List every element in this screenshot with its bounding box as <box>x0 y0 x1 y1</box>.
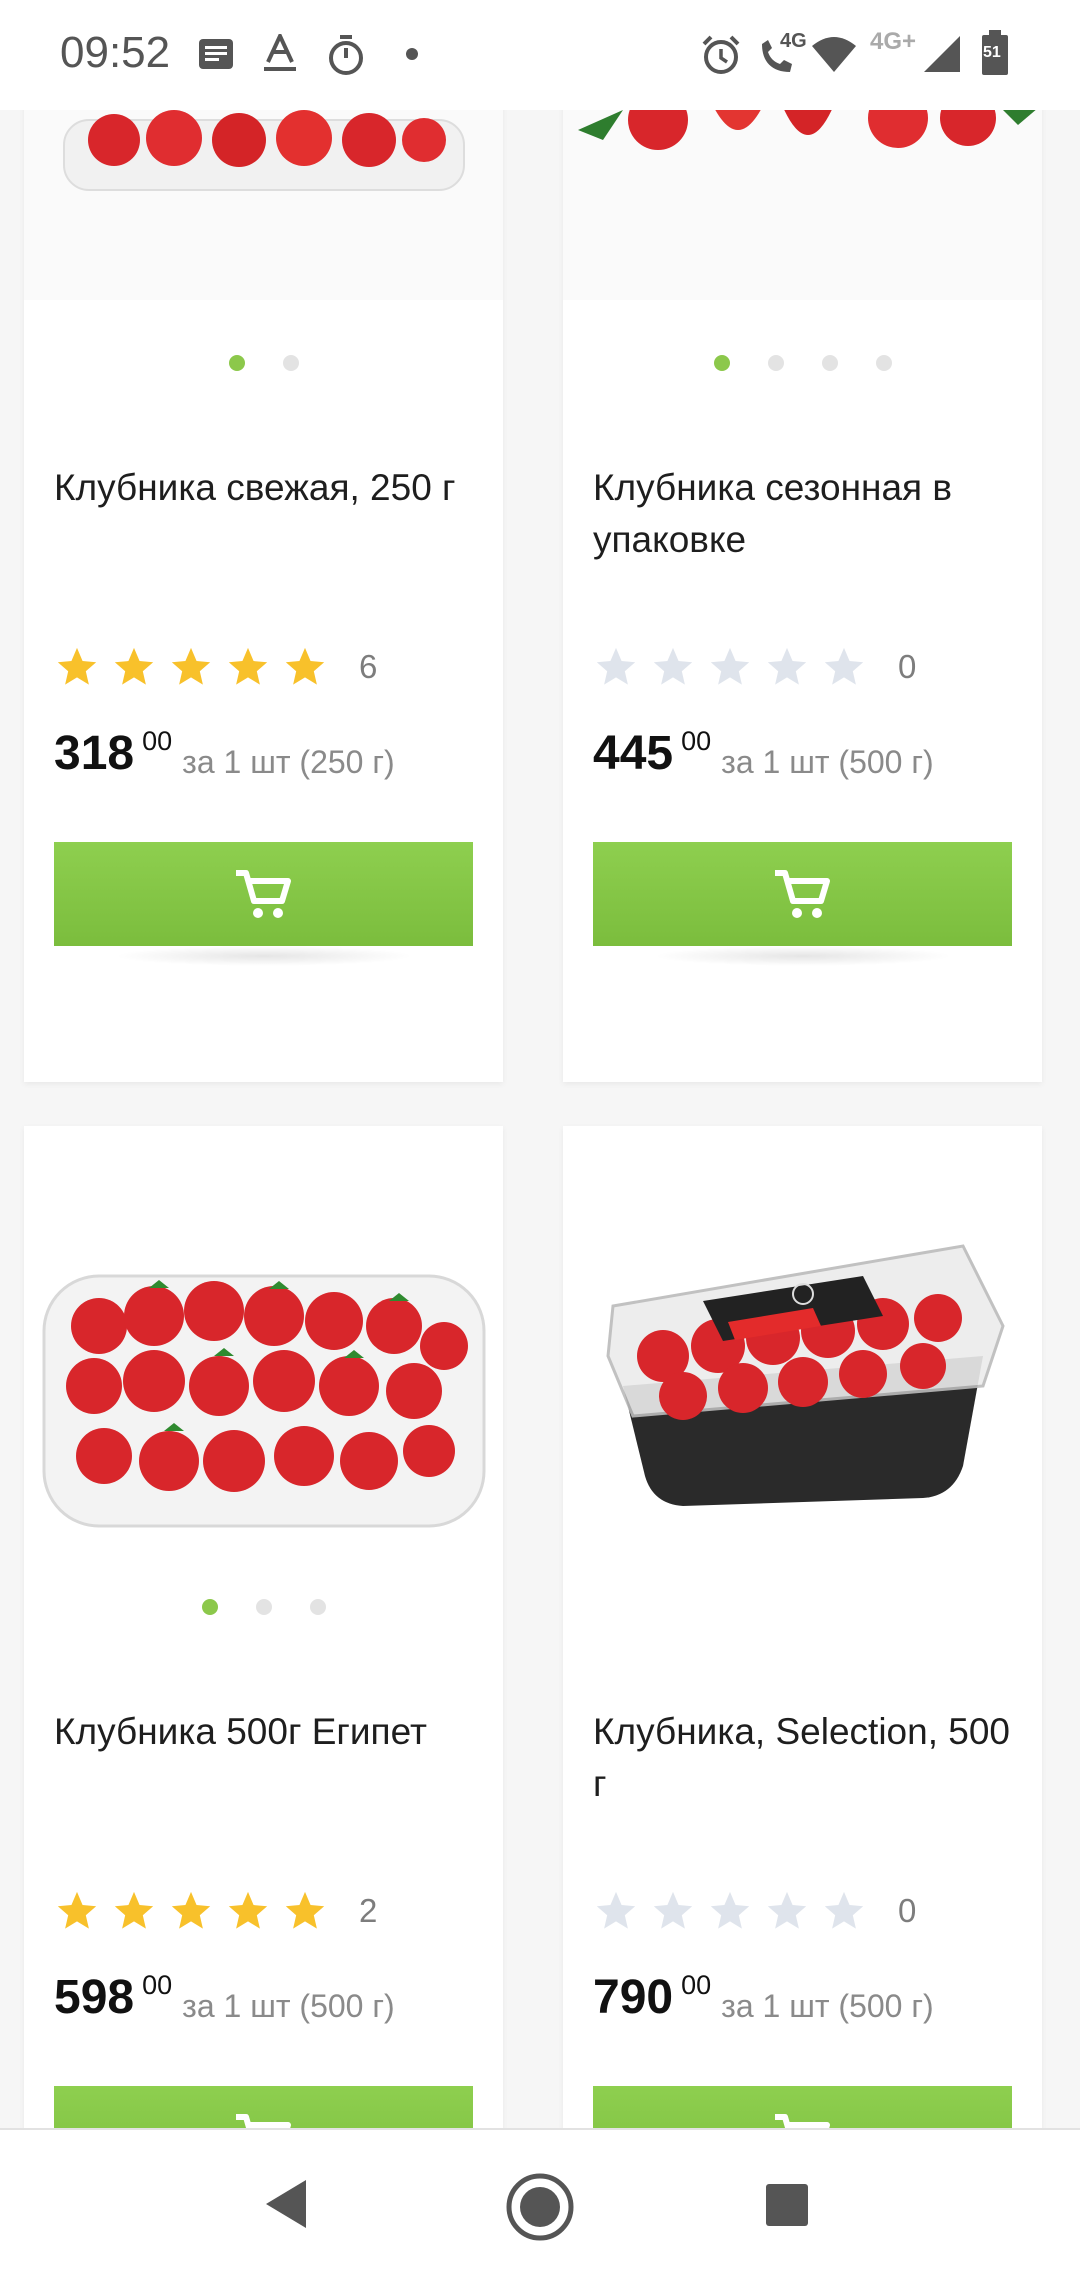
signal-icon <box>924 36 960 72</box>
system-nav-bar <box>0 2128 1080 2272</box>
cart-icon <box>235 870 291 918</box>
product-card[interactable]: Клубника сезонная в упаковке 0 445 00 за… <box>563 110 1042 1082</box>
product-title[interactable]: Клубника сезонная в упаковке <box>593 462 1013 566</box>
product-price: 445 00 за 1 шт (500 г) <box>593 726 934 782</box>
timer-icon <box>329 35 363 75</box>
star-icon <box>228 1891 268 1929</box>
pagination-dot[interactable] <box>821 355 838 371</box>
button-shadow <box>114 946 414 966</box>
rating-count: 0 <box>898 1892 917 1929</box>
star-icon <box>171 647 211 685</box>
price-main: 318 <box>54 727 135 780</box>
product-card[interactable]: Клубника, Selection, 500 г 0 790 00 за 1… <box>563 1126 1042 2128</box>
product-image[interactable] <box>24 110 503 300</box>
price-unit: за 1 шт (500 г) <box>182 1988 395 2024</box>
price-main: 445 <box>593 727 674 780</box>
rating-count: 6 <box>359 648 378 685</box>
price-cents: 00 <box>681 726 712 756</box>
strawberry-season-image <box>563 110 1042 300</box>
price-cents: 00 <box>681 1970 712 2000</box>
pagination-dot-active[interactable] <box>228 355 245 371</box>
news-icon <box>199 39 233 69</box>
star-empty-icon <box>824 647 864 685</box>
cart-icon <box>774 2114 830 2128</box>
price-cents: 00 <box>142 1970 173 2000</box>
star-empty-icon <box>596 1891 636 1929</box>
price-unit: за 1 шт (250 г) <box>182 744 395 780</box>
home-icon[interactable] <box>505 2172 575 2242</box>
product-price: 790 00 за 1 шт (500 г) <box>593 1970 934 2026</box>
add-to-cart-button[interactable] <box>54 842 473 946</box>
image-pagination <box>24 1599 503 1620</box>
add-to-cart-button[interactable] <box>593 2086 1012 2128</box>
call-4g-label: 4G <box>780 30 807 52</box>
image-pagination <box>24 355 503 376</box>
product-rating: 0 <box>593 644 916 690</box>
network-4g-plus-label: 4G+ <box>870 28 917 55</box>
image-pagination <box>563 355 1042 376</box>
recents-icon[interactable] <box>764 2182 810 2228</box>
cart-icon <box>235 2114 291 2128</box>
product-image[interactable] <box>563 110 1042 300</box>
rating-count: 2 <box>359 1892 378 1929</box>
back-icon[interactable] <box>262 2178 310 2230</box>
alarm-icon <box>702 35 740 74</box>
product-grid-viewport: Клубника свежая, 250 г 6 318 00 за 1 шт … <box>0 110 1080 2128</box>
product-title[interactable]: Клубника 500г Египет <box>54 1706 474 1758</box>
button-shadow <box>653 946 953 966</box>
star-icon <box>285 647 325 685</box>
price-main: 790 <box>593 1971 674 2024</box>
product-title[interactable]: Клубника свежая, 250 г <box>54 462 474 514</box>
star-empty-icon <box>653 1891 693 1929</box>
price-cents: 00 <box>142 726 173 756</box>
product-price: 318 00 за 1 шт (250 г) <box>54 726 395 782</box>
dot-icon <box>406 48 418 60</box>
add-to-cart-button[interactable] <box>54 2086 473 2128</box>
star-empty-icon <box>596 647 636 685</box>
star-icon <box>57 647 97 685</box>
status-bar: 09:52 4G 4G+ 51 <box>0 0 1080 110</box>
pagination-dot[interactable] <box>282 355 299 371</box>
star-icon <box>285 1891 325 1929</box>
wifi-icon <box>812 37 856 72</box>
rating-count: 0 <box>898 648 917 685</box>
product-rating: 0 <box>593 1888 916 1934</box>
star-icon <box>114 647 154 685</box>
status-time: 09:52 <box>60 28 171 77</box>
product-rating: 2 <box>54 1888 377 1934</box>
pagination-dot[interactable] <box>255 1599 272 1615</box>
product-rating: 6 <box>54 644 377 690</box>
product-card[interactable]: Клубника 500г Египет 2 598 00 за 1 шт (5… <box>24 1126 503 2128</box>
battery-level: 51 <box>983 44 1001 61</box>
pagination-dot[interactable] <box>875 355 892 371</box>
star-empty-icon <box>767 1891 807 1929</box>
price-unit: за 1 шт (500 г) <box>721 744 934 780</box>
price-main: 598 <box>54 1971 135 2024</box>
star-icon <box>171 1891 211 1929</box>
star-icon <box>114 1891 154 1929</box>
cart-icon <box>774 870 830 918</box>
star-icon <box>228 647 268 685</box>
product-title[interactable]: Клубника, Selection, 500 г <box>593 1706 1013 1810</box>
pagination-dot-active[interactable] <box>201 1599 218 1615</box>
product-image[interactable] <box>24 1126 503 1606</box>
star-empty-icon <box>653 647 693 685</box>
star-empty-icon <box>710 647 750 685</box>
strawberry-box-image <box>42 1274 486 1528</box>
pagination-dot[interactable] <box>767 355 784 371</box>
product-card[interactable]: Клубника свежая, 250 г 6 318 00 за 1 шт … <box>24 110 503 1082</box>
product-price: 598 00 за 1 шт (500 г) <box>54 1970 395 2026</box>
star-empty-icon <box>710 1891 750 1929</box>
strawberry-tray-image <box>24 110 503 300</box>
star-empty-icon <box>824 1891 864 1929</box>
star-icon <box>57 1891 97 1929</box>
product-image[interactable] <box>563 1126 1042 1606</box>
star-empty-icon <box>767 647 807 685</box>
price-unit: за 1 шт (500 г) <box>721 1988 934 2024</box>
add-to-cart-button[interactable] <box>593 842 1012 946</box>
pagination-dot[interactable] <box>309 1599 326 1615</box>
strawberry-selection-box-image <box>606 1244 1005 1506</box>
pagination-dot-active[interactable] <box>713 355 730 371</box>
font-a-icon <box>264 34 296 71</box>
